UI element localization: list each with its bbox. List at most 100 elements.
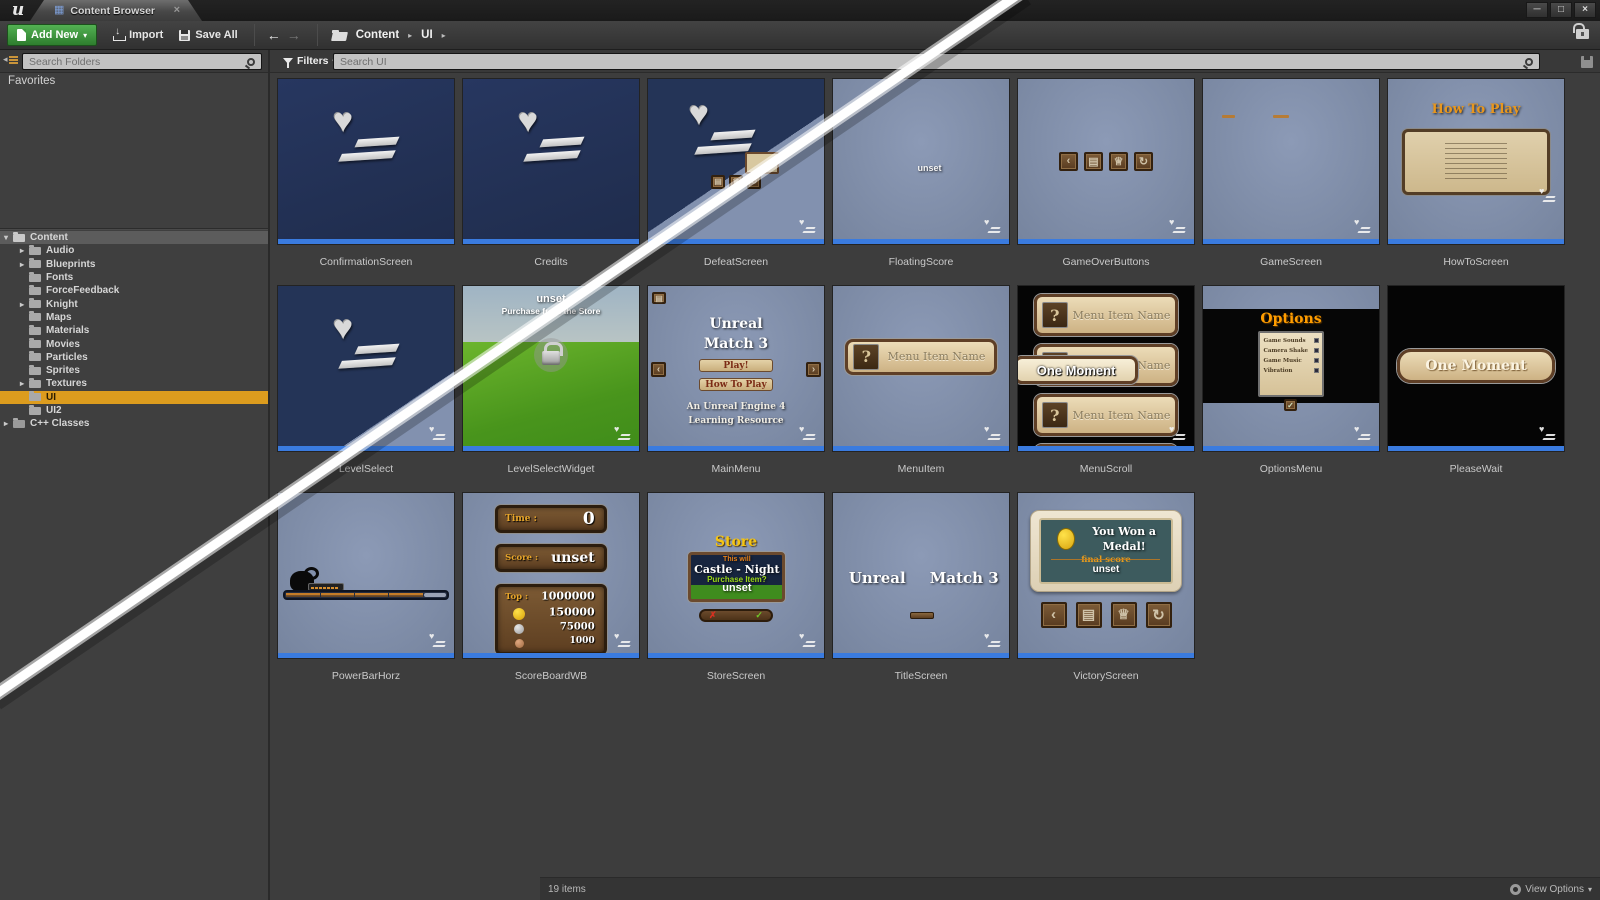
add-new-button[interactable]: Add New ▾	[7, 24, 97, 46]
title-line2: Match 3	[648, 336, 824, 352]
back-arrow-icon[interactable]: ←	[267, 27, 281, 43]
sidebar-item-forcefeedback[interactable]: ForceFeedback	[0, 284, 268, 297]
maximize-button[interactable]: □	[1550, 2, 1572, 18]
score-panel: Score : unset	[495, 544, 608, 572]
collapse-sources-icon[interactable]	[5, 55, 18, 67]
asset-type-bar	[833, 446, 1009, 451]
asset-tile-howtoscreen[interactable]: How To Play ♥ HowToScreen	[1387, 78, 1565, 269]
asset-tile-gameoverbuttons[interactable]: ‹ ▤ ♕ ↻ ♥ GameOverButtons	[1017, 78, 1195, 269]
sidebar-item-particles[interactable]: Particles	[0, 351, 268, 364]
asset-tile-credits[interactable]: ♥ Credits	[462, 78, 640, 269]
score-label: Score :	[505, 553, 538, 563]
sidebar-item-fonts[interactable]: Fonts	[0, 271, 268, 284]
sidebar-item-ui2[interactable]: UI2	[0, 404, 268, 417]
widget-corner-icon: ♥	[1354, 222, 1372, 235]
asset-tile-pleasewait[interactable]: One Moment ♥ PleaseWait	[1387, 285, 1565, 476]
option-label: Vibration	[1264, 368, 1293, 374]
asset-tile-confirmationscreen[interactable]: ♥ ConfirmationScreen	[277, 78, 455, 269]
folder-icon	[29, 393, 41, 401]
chevron-collapsed-icon[interactable]: ▸	[20, 260, 29, 269]
chevron-collapsed-icon[interactable]: ▸	[20, 379, 29, 388]
sidebar-item-ui[interactable]: UI	[0, 391, 268, 404]
search-folders-placeholder: Search Folders	[29, 56, 247, 68]
minimize-button[interactable]: ─	[1526, 2, 1548, 18]
option-label: Camera Shake	[1264, 348, 1308, 354]
widget-corner-icon: ♥	[429, 429, 447, 442]
search-assets-input[interactable]: Search UI	[333, 53, 1540, 70]
asset-tile-scoreboardwb[interactable]: Time : 0 Score : unset Top : 1000000 150…	[462, 492, 640, 683]
victory-line1: You Won a	[1059, 525, 1189, 538]
arrow-left-button: ‹	[651, 362, 666, 377]
close-button[interactable]: ×	[1574, 2, 1596, 18]
asset-tile-defeatscreen[interactable]: ♥ ▤ ♕ ↻ ♥ DefeatScreen	[647, 78, 825, 269]
asset-tile-storescreen[interactable]: Store This will Castle - Night Purchase …	[647, 492, 825, 683]
asset-tile-powerbarhorz[interactable]: ♥ PowerBarHorz	[277, 492, 455, 683]
wood-button-joystick-icon: ▤	[1076, 602, 1102, 628]
asset-tile-victoryscreen[interactable]: You Won a Medal! final score unset ‹ ▤ ♕…	[1017, 492, 1195, 683]
chevron-collapsed-icon[interactable]: ▸	[20, 246, 29, 255]
asset-tile-menuitem[interactable]: ? Menu Item Name ♥ MenuItem	[832, 285, 1010, 476]
asset-name: GameScreen	[1202, 256, 1380, 269]
asset-tile-floatingscore[interactable]: unset ♥ FloatingScore	[832, 78, 1010, 269]
panel-divider[interactable]	[0, 228, 268, 229]
chevron-collapsed-icon[interactable]: ▸	[20, 300, 29, 309]
chevron-expanded-icon[interactable]: ▾	[4, 233, 13, 242]
filters-button[interactable]: Filters ▾	[283, 55, 337, 67]
view-options-button[interactable]: View Options ▾	[1510, 884, 1592, 895]
tab-close-icon[interactable]: ×	[174, 4, 180, 16]
parchment-panel	[745, 152, 779, 174]
asset-tile-titlescreen[interactable]: Unreal Match 3 ♥ TitleScreen	[832, 492, 1010, 683]
filters-label: Filters	[297, 55, 329, 67]
hud-text-speck	[1273, 115, 1289, 118]
folder-icon	[29, 287, 41, 295]
time-label: Time :	[505, 514, 537, 524]
search-folders-input[interactable]: Search Folders	[22, 53, 262, 70]
asset-tile-levelselect[interactable]: ♥ ♥ LevelSelect	[277, 285, 455, 476]
widget-corner-icon: ♥	[799, 429, 817, 442]
sidebar-item-label: C++ Classes	[30, 418, 90, 429]
save-all-button[interactable]: Save All	[179, 29, 237, 41]
breadcrumb-ui[interactable]: UI	[421, 29, 433, 41]
asset-tile-mainmenu[interactable]: ▤ Unreal Match 3 Play! How To Play An Un…	[647, 285, 825, 476]
hud-text-speck	[1222, 115, 1235, 118]
asset-type-bar	[833, 239, 1009, 244]
asset-type-bar	[1203, 446, 1379, 451]
sidebar-item-label: Maps	[46, 312, 72, 323]
asset-tile-optionsmenu[interactable]: Options Game Sounds Camera Shake Game Mu…	[1202, 285, 1380, 476]
folder-icon	[13, 234, 25, 242]
sidebar-item-label: Particles	[46, 352, 88, 363]
breadcrumb-separator-icon: ▸	[442, 31, 446, 40]
score-value: unset	[551, 550, 595, 566]
sidebar-item-audio[interactable]: ▸Audio	[0, 244, 268, 257]
search-assets-placeholder: Search UI	[340, 56, 1525, 68]
breadcrumb-content[interactable]: Content	[356, 29, 399, 41]
widget-corner-icon: ♥	[1169, 429, 1187, 442]
asset-tile-menuscroll[interactable]: ? Menu Item Name ? Menu Item Name ? Menu…	[1017, 285, 1195, 476]
asset-thumbnail: ♥	[277, 492, 455, 659]
save-search-icon[interactable]	[1581, 56, 1593, 68]
tab-content-browser[interactable]: ▦ Content Browser ×	[30, 0, 202, 21]
import-button[interactable]: Import	[113, 29, 163, 41]
one-moment-plaque: One Moment	[1017, 356, 1138, 384]
asset-tile-levelselectwidget[interactable]: unset Purchase from the Store ♥ LevelSel…	[462, 285, 640, 476]
tab-grid-icon: ▦	[54, 5, 64, 16]
sidebar-item-c-classes[interactable]: ▸ C++ Classes	[0, 417, 268, 430]
asset-tile-gamescreen[interactable]: ♥ GameScreen	[1202, 78, 1380, 269]
sidebar-item-materials[interactable]: Materials	[0, 324, 268, 337]
sidebar-item-knight[interactable]: ▸Knight	[0, 297, 268, 310]
sidebar-item-blueprints[interactable]: ▸Blueprints	[0, 258, 268, 271]
status-bar: 19 items View Options ▾	[540, 877, 1600, 900]
sidebar-item-textures[interactable]: ▸Textures	[0, 377, 268, 390]
checkbox-icon	[1314, 358, 1319, 363]
sidebar-item-content[interactable]: ▾Content	[0, 231, 268, 244]
chevron-collapsed-icon[interactable]: ▸	[4, 419, 13, 428]
add-new-label: Add New	[31, 29, 78, 41]
sidebar-item-sprites[interactable]: Sprites	[0, 364, 268, 377]
sidebar-item-maps[interactable]: Maps	[0, 311, 268, 324]
filter-funnel-icon	[283, 58, 293, 64]
title-word2: Match 3	[930, 569, 999, 587]
lock-sources-icon[interactable]	[1576, 29, 1589, 39]
wood-button-joystick-icon: ▤	[1084, 152, 1103, 171]
final-score-value: unset	[1041, 564, 1171, 575]
sidebar-item-movies[interactable]: Movies	[0, 337, 268, 350]
